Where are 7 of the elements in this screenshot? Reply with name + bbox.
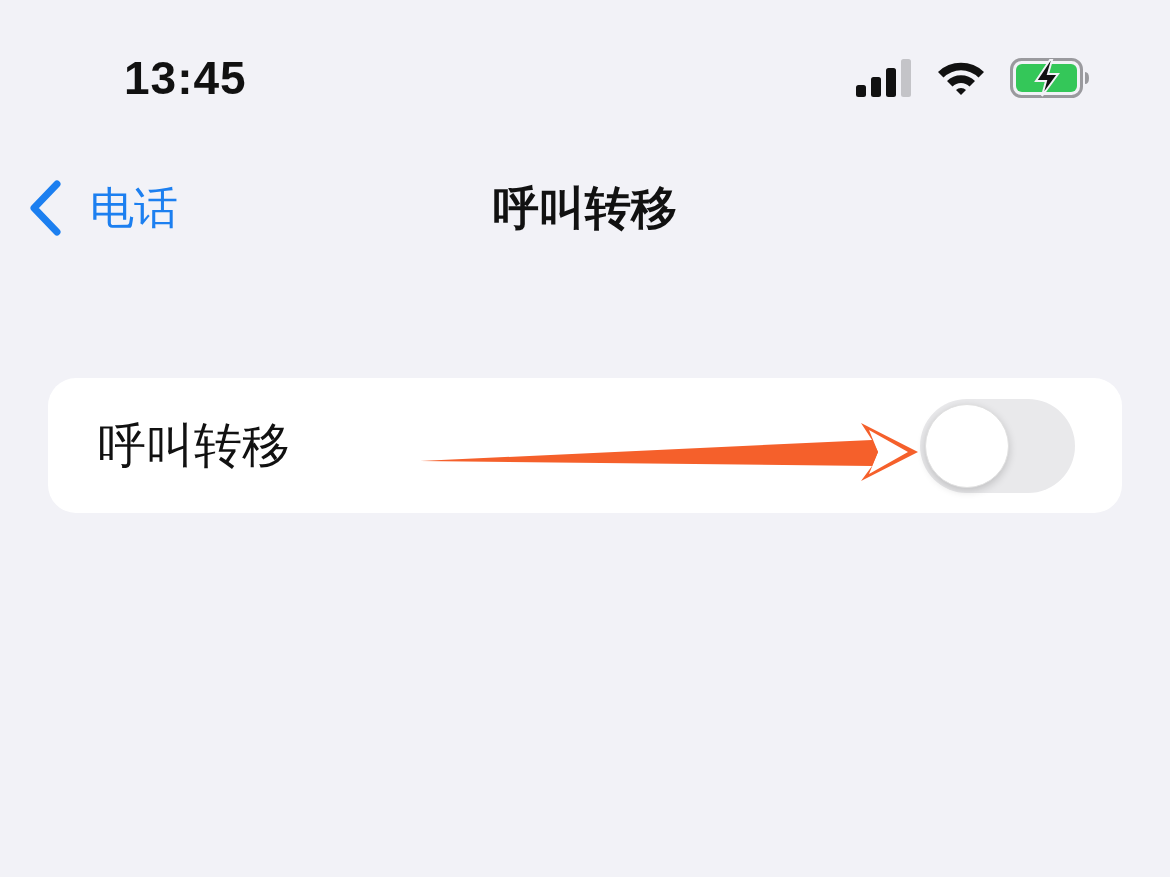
page-title: 呼叫转移 <box>493 185 677 231</box>
signal-icon <box>856 59 912 97</box>
row-label: 呼叫转移 <box>98 421 290 470</box>
status-time: 13:45 <box>124 55 247 101</box>
back-chevron-icon <box>28 180 62 236</box>
wifi-icon <box>936 60 986 96</box>
back-button[interactable]: 电话 <box>0 180 178 236</box>
